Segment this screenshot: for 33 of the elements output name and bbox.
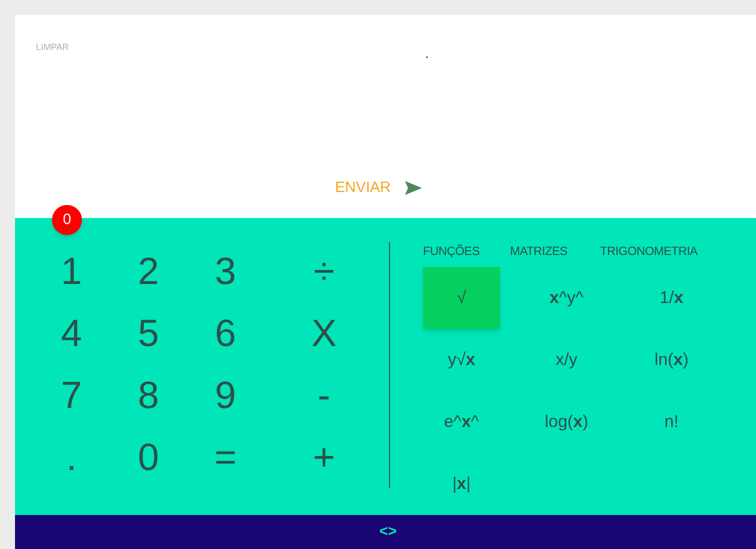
- function-button[interactable]: x/y: [528, 329, 605, 391]
- keypad-key[interactable]: 4: [33, 303, 110, 365]
- keypad-key[interactable]: ÷: [264, 241, 384, 303]
- function-button[interactable]: y√x: [423, 329, 500, 391]
- keypad-key[interactable]: .: [33, 427, 110, 489]
- tab[interactable]: FUNÇÕES: [423, 242, 510, 260]
- keypad-key[interactable]: =: [187, 427, 264, 489]
- keypad-key[interactable]: 1: [33, 241, 110, 303]
- tab[interactable]: MATRIZES: [510, 242, 600, 260]
- keypad-key[interactable]: X: [264, 303, 384, 365]
- display-text: .: [425, 44, 429, 63]
- function-button[interactable]: 1/x: [633, 267, 710, 329]
- send-icon[interactable]: [404, 181, 422, 196]
- function-button[interactable]: x^y^: [528, 267, 605, 329]
- function-button[interactable]: n!: [633, 391, 710, 453]
- keypad-key[interactable]: 9: [187, 365, 264, 427]
- keypad-key[interactable]: 0: [110, 427, 187, 489]
- keypad-key[interactable]: 3: [187, 241, 264, 303]
- keypad-key[interactable]: +: [264, 427, 384, 489]
- function-button[interactable]: |x|: [423, 453, 500, 515]
- keypad-key[interactable]: 7: [33, 365, 110, 427]
- keypad-key[interactable]: -: [264, 365, 384, 427]
- keypad-key[interactable]: 6: [187, 303, 264, 365]
- function-button[interactable]: log(x): [528, 391, 605, 453]
- tab[interactable]: TRIGONOMETRIA: [600, 242, 710, 260]
- keypad-key[interactable]: 2: [110, 241, 187, 303]
- function-button[interactable]: ln(x): [633, 329, 710, 391]
- toggle-button[interactable]: <>: [374, 520, 397, 544]
- keypad-key[interactable]: 8: [110, 365, 187, 427]
- function-button[interactable]: √: [423, 267, 500, 329]
- notification-badge: 0: [52, 205, 82, 235]
- keypad-key[interactable]: 5: [110, 303, 187, 365]
- function-button[interactable]: e^x^: [423, 391, 500, 453]
